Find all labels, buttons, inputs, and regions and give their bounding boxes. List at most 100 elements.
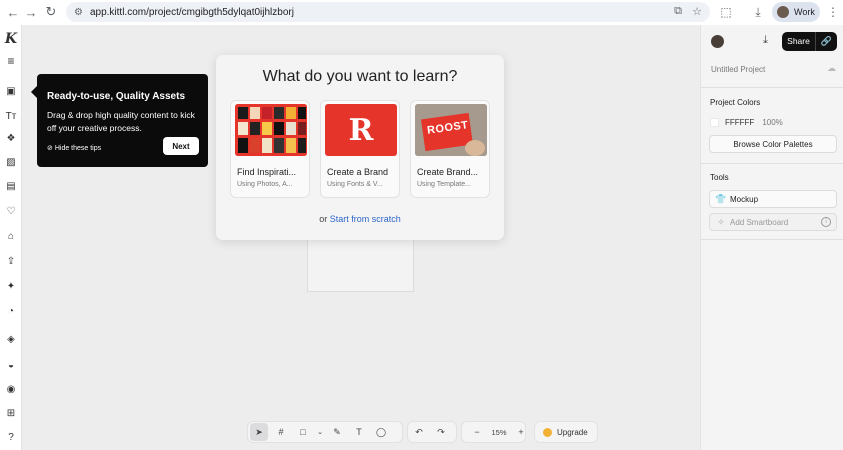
divider <box>701 239 843 240</box>
reload-icon[interactable]: ↻ <box>40 1 62 23</box>
learn-modal: What do you want to learn? Find Inspirat… <box>216 55 504 240</box>
hide-tips-link[interactable]: ⊘ Hide these tips <box>47 144 101 152</box>
upgrade-label: Upgrade <box>557 427 588 437</box>
tooltip-body: Drag & drop high quality content to kick… <box>47 110 195 133</box>
favorites-icon[interactable]: ♡ <box>3 203 19 219</box>
divider <box>701 163 843 164</box>
shape-tool-icon[interactable]: □ <box>294 423 312 441</box>
divider <box>701 87 843 88</box>
add-smartboard-button[interactable]: ✧ Add Smartboard i <box>709 213 837 231</box>
learn-card-inspiration[interactable]: Find Inspirati... Using Photos, A... <box>230 100 310 198</box>
select-tool-icon[interactable]: ➤ <box>250 423 268 441</box>
elements-icon[interactable]: ❖ <box>3 130 19 146</box>
menu-icon[interactable]: ≡ <box>3 53 19 69</box>
text-tool-icon[interactable]: T <box>350 423 368 441</box>
upgrade-icon <box>543 427 552 437</box>
smartboard-sparkle-icon: ✧ <box>717 216 725 227</box>
tools-title: Tools <box>710 173 729 182</box>
next-button[interactable]: Next <box>163 137 199 155</box>
redo-icon[interactable]: ↷ <box>432 423 450 441</box>
project-name[interactable]: Untitled Project <box>711 65 765 74</box>
tooltip-title: Ready-to-use, Quality Assets <box>47 91 186 102</box>
learn-card-title: Create Brand... <box>417 167 479 177</box>
mockup-icon[interactable]: ⌂ <box>3 228 19 244</box>
left-sidebar: K ≡ ▣ Tт ❖ ▨ ▤ ♡ ⌂ ⇪ ✦ ◔ ◈ ◒ ◉ ⊞ ? <box>0 25 22 450</box>
right-panel: ⤓ Share 🔗 Untitled Project ☁ Project Col… <box>700 25 843 450</box>
onboarding-tooltip: Ready-to-use, Quality Assets Drag & drop… <box>31 74 208 167</box>
project-colors-title: Project Colors <box>710 98 761 107</box>
download-icon[interactable]: ⤓ <box>763 34 768 47</box>
record-icon[interactable]: ◉ <box>3 381 19 397</box>
browser-menu-icon[interactable]: ⋮ <box>823 2 843 22</box>
upgrade-button[interactable]: Upgrade <box>534 421 598 443</box>
learn-card-subtitle: Using Fonts & V... <box>327 181 383 188</box>
undo-icon[interactable]: ↶ <box>410 423 428 441</box>
learn-card-title: Find Inspirati... <box>237 167 297 177</box>
learn-card-brand[interactable]: R Create a Brand Using Fonts & V... <box>320 100 400 198</box>
upload-icon[interactable]: ⇪ <box>3 253 19 269</box>
comment-tool-icon[interactable]: ◯ <box>372 423 390 441</box>
mockup-label: Mockup <box>730 194 759 204</box>
cloud-sync-icon: ☁ <box>827 63 836 73</box>
profile-button[interactable]: Work <box>772 2 820 22</box>
browse-palettes-button[interactable]: Browse Color Palettes <box>709 135 837 153</box>
brand-thumbnail-logo: R <box>348 112 374 148</box>
learn-card-template[interactable]: ROOST Create Brand... Using Template... <box>410 100 490 198</box>
zoom-toolbar: − 15% + <box>461 421 526 443</box>
color-opacity: 100% <box>762 118 783 127</box>
templates-icon[interactable]: ▣ <box>3 83 19 99</box>
color-hex: FFFFFF <box>725 118 755 127</box>
learn-icon[interactable]: ◒ <box>3 357 19 373</box>
ai-sparkle-icon[interactable]: ✦ <box>3 278 19 294</box>
mockup-shirt-icon: 👕 <box>715 193 727 204</box>
start-from-scratch-link[interactable]: Start from scratch <box>330 214 401 224</box>
url-text: app.kittl.com/project/cmgibgth5dylqat0ij… <box>89 6 294 18</box>
template-thumbnail: ROOST <box>415 104 487 156</box>
layers-icon[interactable]: ◈ <box>3 331 19 347</box>
learn-modal-title: What do you want to learn? <box>262 68 458 85</box>
forward-icon[interactable]: → <box>20 1 42 23</box>
profile-label: Work <box>794 7 815 17</box>
artboard[interactable] <box>307 240 414 292</box>
zoom-out-button[interactable]: − <box>468 423 486 441</box>
info-icon[interactable]: i <box>821 217 831 227</box>
learn-card-subtitle: Using Photos, A... <box>237 181 293 188</box>
mockup-button[interactable]: 👕 Mockup <box>709 190 837 208</box>
hide-tips-icon: ⊘ <box>47 145 53 152</box>
zoom-in-button[interactable]: + <box>512 423 530 441</box>
grid-icon[interactable]: ▤ <box>3 178 19 194</box>
start-from-scratch-row: or Start from scratch <box>216 214 504 224</box>
learn-card-title: Create a Brand <box>327 167 389 177</box>
color-swatch-row[interactable]: FFFFFF 100% <box>710 118 783 127</box>
help-icon[interactable]: ? <box>3 429 19 445</box>
text-icon[interactable]: Tт <box>3 108 19 124</box>
downloads-icon[interactable]: ⤓ <box>748 2 768 22</box>
gift-icon[interactable]: ⊞ <box>3 405 19 421</box>
kittl-logo[interactable]: K <box>3 31 19 47</box>
frame-tool-icon[interactable]: # <box>272 423 290 441</box>
history-toolbar: ↶ ↷ <box>407 421 457 443</box>
brand-icon[interactable]: ◔ <box>3 303 19 319</box>
shape-dropdown-chevron-icon[interactable]: ⌄ <box>316 423 324 441</box>
tools-toolbar: ➤ # □ ⌄ ✎ T ◯ <box>247 421 403 443</box>
site-settings-icon[interactable]: ⚙ <box>74 7 83 18</box>
address-bar[interactable]: ⚙ app.kittl.com/project/cmgibgth5dylqat0… <box>66 2 710 22</box>
or-label: or <box>319 214 328 224</box>
zoom-level[interactable]: 15% <box>490 423 508 441</box>
copy-link-icon[interactable]: 🔗 <box>816 36 837 47</box>
bookmark-star-icon[interactable]: ☆ <box>692 5 702 18</box>
install-app-icon[interactable]: ⧉ <box>674 5 682 18</box>
hide-tips-label: Hide these tips <box>54 145 102 152</box>
learn-card-subtitle: Using Template... <box>417 181 471 188</box>
profile-avatar <box>777 6 789 18</box>
share-button[interactable]: Share <box>782 32 816 51</box>
photos-icon[interactable]: ▨ <box>3 154 19 170</box>
extensions-icon[interactable]: ⬚ <box>716 2 736 22</box>
add-smartboard-label: Add Smartboard <box>730 217 789 227</box>
inspiration-thumbnail <box>235 104 307 156</box>
user-avatar[interactable] <box>711 35 724 48</box>
browser-toolbar: ← → ↻ ⚙ app.kittl.com/project/cmgibgth5d… <box>0 0 843 25</box>
share-button-group: Share 🔗 <box>782 32 837 51</box>
pen-tool-icon[interactable]: ✎ <box>328 423 346 441</box>
color-swatch[interactable] <box>710 118 719 127</box>
